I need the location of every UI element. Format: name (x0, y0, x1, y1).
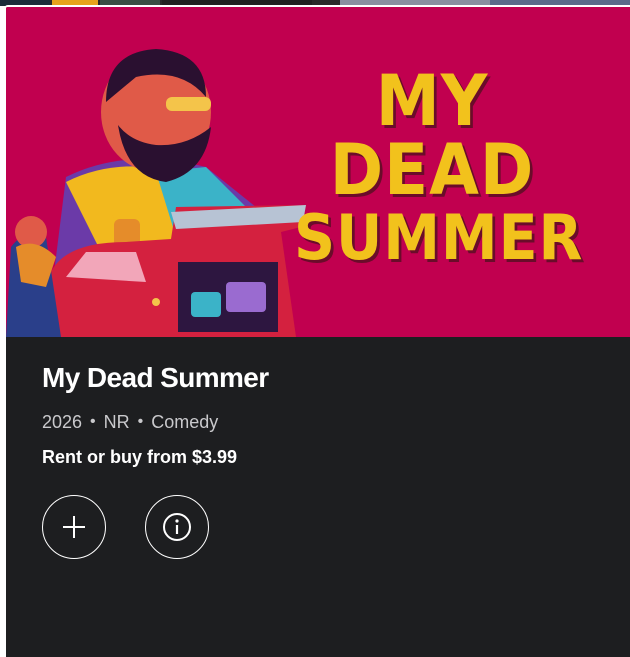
poster-title-line-1: MY DEAD (329, 60, 535, 211)
add-to-list-button[interactable] (42, 495, 106, 559)
movie-info: My Dead Summer 2026 • NR • Comedy Rent o… (42, 362, 610, 468)
info-icon (163, 513, 191, 541)
price-text: Rent or buy from $3.99 (42, 446, 238, 467)
poster-title-line-2: SUMMER (294, 201, 584, 275)
more-info-button[interactable] (145, 495, 209, 559)
card-actions (42, 495, 209, 559)
movie-rating: NR (103, 411, 130, 432)
movie-title: My Dead Summer (42, 362, 269, 393)
meta-separator: • (137, 413, 144, 431)
meta-separator: • (90, 413, 96, 431)
movie-meta: 2026 • NR • Comedy (42, 412, 610, 433)
poster-title: MY DEAD SUMMER (282, 60, 584, 275)
plus-icon (63, 516, 85, 538)
movie-year: 2026 (42, 411, 83, 432)
poster-image[interactable]: MY DEAD SUMMER (6, 7, 630, 337)
movie-genre: Comedy (151, 411, 219, 432)
movie-card[interactable]: MY DEAD SUMMER My Dead Summer 2026 • NR … (4, 5, 630, 657)
